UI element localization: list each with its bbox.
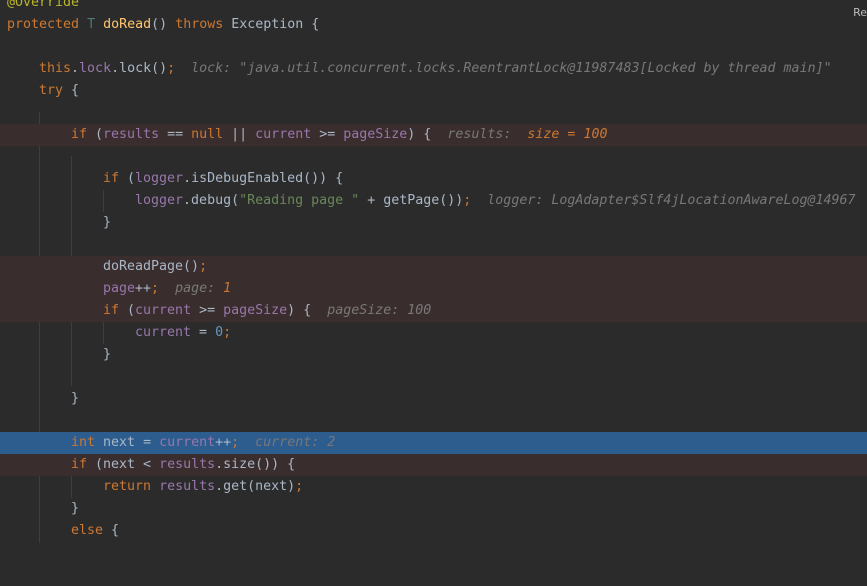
code-text: ( (119, 171, 136, 186)
code-text: { (103, 523, 120, 538)
code-line[interactable]: logger.debug("Reading page " + getPage()… (0, 190, 867, 212)
field: current (255, 127, 312, 142)
code-text: doReadPage() (103, 259, 200, 274)
current-execution-line[interactable]: int next = current++; current: 2 (0, 432, 867, 454)
breakpoint-line[interactable]: if (results == null || current >= pageSi… (0, 124, 867, 146)
code-text: .debug( (183, 193, 240, 208)
code-text: next = (95, 435, 160, 450)
number-literal: 0 (215, 325, 224, 340)
field: current (135, 325, 192, 340)
code-line[interactable]: return results.get(next); (0, 476, 867, 498)
semicolon: ; (231, 435, 240, 450)
keyword: null (191, 127, 224, 142)
semicolon: ; (295, 479, 304, 494)
field: page (103, 281, 136, 296)
keyword: return (103, 479, 152, 494)
code-text: } (71, 391, 80, 406)
code-text: } (71, 501, 80, 516)
semicolon: ; (167, 61, 176, 76)
code-line[interactable]: if (logger.isDebugEnabled()) { (0, 168, 867, 190)
keyword: int (71, 435, 96, 450)
field: pageSize (223, 303, 288, 318)
code-text: (next < (87, 457, 160, 472)
code-text: . (71, 61, 80, 76)
breakpoint-line[interactable]: page++; page: 1 (0, 278, 867, 300)
keyword: this (39, 61, 72, 76)
code-line[interactable]: } (0, 344, 867, 366)
field: results (103, 127, 160, 142)
field: lock (79, 61, 112, 76)
method-name: doRead (103, 17, 152, 32)
keyword: else (71, 523, 104, 538)
keyword: if (103, 303, 120, 318)
code-text: { (63, 83, 80, 98)
string-literal: "Reading page " (239, 193, 360, 208)
field: current (159, 435, 216, 450)
code-line[interactable]: } (0, 388, 867, 410)
keyword: protected (7, 17, 80, 32)
debug-inline-hint: results: (447, 127, 512, 142)
semicolon: ; (199, 259, 208, 274)
field: results (159, 457, 216, 472)
breakpoint-line[interactable]: if (current >= pageSize) { pageSize: 100 (0, 300, 867, 322)
code-text: .size()) { (215, 457, 296, 472)
semicolon: ; (151, 281, 160, 296)
code-text: >= (191, 303, 224, 318)
type-param: T (87, 17, 96, 32)
semicolon: ; (463, 193, 472, 208)
breakpoint-line[interactable]: if (next < results.size()) { (0, 454, 867, 476)
debug-inline-value: size = 100 (527, 127, 608, 142)
code-text: .get(next) (215, 479, 296, 494)
keyword: try (39, 83, 64, 98)
code-text: .lock() (111, 61, 168, 76)
keyword: throws (175, 17, 224, 32)
breakpoint-line[interactable]: doReadPage(); (0, 256, 867, 278)
code-text: } (103, 215, 112, 230)
code-text: Exception { (223, 17, 320, 32)
debug-inline-hint: page: (175, 281, 216, 296)
code-line[interactable]: protected T doRead() throws Exception { (0, 14, 867, 36)
reader-mode-label[interactable]: Re (853, 6, 867, 19)
code-text: () (151, 17, 176, 32)
semicolon: ; (223, 325, 232, 340)
code-line[interactable]: current = 0; (0, 322, 867, 344)
code-editor[interactable]: @Override protected T doRead() throws Ex… (0, 0, 867, 543)
keyword: if (71, 127, 88, 142)
code-text: } (103, 347, 112, 362)
debug-inline-hint: pageSize: 100 (327, 303, 432, 318)
code-line[interactable]: @Override (0, 0, 867, 14)
field: current (135, 303, 192, 318)
annotation: @Override (7, 0, 80, 10)
debug-inline-hint: current: 2 (255, 435, 336, 450)
debug-inline-value: 1 (223, 281, 232, 296)
debug-inline-hint: lock: "java.util.concurrent.locks.Reentr… (191, 61, 832, 76)
code-text: + getPage()) (359, 193, 464, 208)
code-text: ++ (135, 281, 152, 296)
keyword: if (71, 457, 88, 472)
field: results (159, 479, 216, 494)
code-line[interactable]: this.lock.lock(); lock: "java.util.concu… (0, 58, 867, 80)
code-text: .isDebugEnabled()) { (183, 171, 344, 186)
code-line[interactable]: try { (0, 80, 867, 102)
code-text: ) { (407, 127, 432, 142)
code-line[interactable]: } (0, 212, 867, 234)
code-text: ) { (287, 303, 312, 318)
code-text: ( (87, 127, 104, 142)
keyword: if (103, 171, 120, 186)
code-line[interactable]: } (0, 498, 867, 520)
code-text: = (191, 325, 216, 340)
code-text: >= (311, 127, 344, 142)
field: logger (135, 171, 184, 186)
code-text: == (159, 127, 192, 142)
code-text: ( (119, 303, 136, 318)
debug-inline-hint: logger: LogAdapter$Slf4jLocationAwareLog… (487, 193, 856, 208)
code-text: ++ (215, 435, 232, 450)
code-text: || (223, 127, 256, 142)
field: pageSize (343, 127, 408, 142)
field: logger (135, 193, 184, 208)
code-line[interactable]: else { (0, 520, 867, 542)
